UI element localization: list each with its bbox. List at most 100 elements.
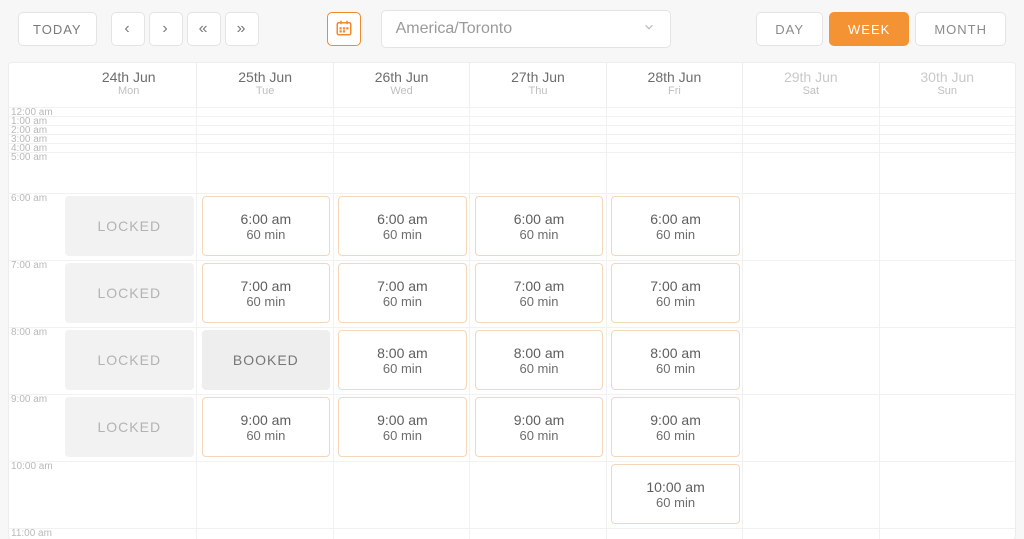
hour-row: 2:00 am xyxy=(9,125,1015,134)
slot-time: 6:00 am xyxy=(650,211,701,227)
booked-slot: BOOKED xyxy=(202,330,331,390)
hour-label: 11:00 am xyxy=(11,528,61,539)
available-slot[interactable]: 8:00 am60 min xyxy=(611,330,740,390)
day-date: 25th Jun xyxy=(197,69,332,85)
day-dow: Tue xyxy=(197,85,332,97)
slot-time: 7:00 am xyxy=(377,278,428,294)
day-date: 27th Jun xyxy=(470,69,605,85)
range-group: DAY WEEK MONTH xyxy=(756,12,1006,46)
available-slot[interactable]: 7:00 am60 min xyxy=(202,263,331,323)
available-slot[interactable]: 9:00 am60 min xyxy=(475,397,604,457)
available-slot[interactable]: 7:00 am60 min xyxy=(338,263,467,323)
calendar: 24th JunMon25th JunTue26th JunWed27th Ju… xyxy=(8,62,1016,539)
slot-duration: 60 min xyxy=(246,294,285,309)
timezone-value: America/Toronto xyxy=(396,20,513,38)
available-slot[interactable]: 6:00 am60 min xyxy=(338,196,467,256)
day-header: 30th JunSun xyxy=(880,63,1015,107)
day-date: 29th Jun xyxy=(743,69,878,85)
slot-label: LOCKED xyxy=(97,285,161,301)
calendar-icon xyxy=(335,19,353,40)
available-slot[interactable]: 6:00 am60 min xyxy=(202,196,331,256)
locked-slot: LOCKED xyxy=(65,263,194,323)
slot-duration: 60 min xyxy=(519,294,558,309)
jump-forward-button[interactable]: » xyxy=(225,12,259,46)
day-header: 24th JunMon xyxy=(61,63,197,107)
slot-time: 9:00 am xyxy=(514,412,565,428)
day-date: 30th Jun xyxy=(880,69,1015,85)
hour-row: 12:00 am xyxy=(9,107,1015,116)
day-header: 29th JunSat xyxy=(743,63,879,107)
available-slot[interactable]: 8:00 am60 min xyxy=(338,330,467,390)
next-button[interactable]: › xyxy=(149,12,183,46)
day-header: 27th JunThu xyxy=(470,63,606,107)
slot-duration: 60 min xyxy=(656,495,695,510)
slot-time: 7:00 am xyxy=(241,278,292,294)
day-dow: Thu xyxy=(470,85,605,97)
day-date: 28th Jun xyxy=(607,69,742,85)
day-header: 26th JunWed xyxy=(334,63,470,107)
timezone-select[interactable]: America/Toronto xyxy=(381,10,671,48)
slot-time: 7:00 am xyxy=(514,278,565,294)
slot-duration: 60 min xyxy=(656,294,695,309)
hour-label: 10:00 am xyxy=(11,461,61,472)
slot-duration: 60 min xyxy=(519,361,558,376)
slot-time: 6:00 am xyxy=(377,211,428,227)
slot-time: 6:00 am xyxy=(241,211,292,227)
hour-label: 9:00 am xyxy=(11,394,61,405)
slot-time: 8:00 am xyxy=(377,345,428,361)
available-slot[interactable]: 10:00 am60 min xyxy=(611,464,740,524)
day-dow: Wed xyxy=(334,85,469,97)
range-month-button[interactable]: MONTH xyxy=(915,12,1006,46)
locked-slot: LOCKED xyxy=(65,196,194,256)
day-dow: Sat xyxy=(743,85,878,97)
chevron-down-icon xyxy=(642,20,656,39)
day-header: 25th JunTue xyxy=(197,63,333,107)
hour-row: 11:00 am xyxy=(9,528,1015,539)
nav-group: ‹ › « » xyxy=(111,12,259,46)
hour-label: 8:00 am xyxy=(11,327,61,338)
slot-time: 7:00 am xyxy=(650,278,701,294)
slot-label: LOCKED xyxy=(97,218,161,234)
available-slot[interactable]: 8:00 am60 min xyxy=(475,330,604,390)
toolbar: TODAY ‹ › « » America/Toronto DAY WEEK M… xyxy=(0,0,1024,62)
available-slot[interactable]: 9:00 am60 min xyxy=(338,397,467,457)
slot-duration: 60 min xyxy=(383,294,422,309)
available-slot[interactable]: 6:00 am60 min xyxy=(611,196,740,256)
slot-label: LOCKED xyxy=(97,352,161,368)
available-slot[interactable]: 7:00 am60 min xyxy=(475,263,604,323)
slot-time: 6:00 am xyxy=(514,211,565,227)
available-slot[interactable]: 9:00 am60 min xyxy=(611,397,740,457)
jump-back-button[interactable]: « xyxy=(187,12,221,46)
range-week-button[interactable]: WEEK xyxy=(829,12,909,46)
slot-duration: 60 min xyxy=(656,361,695,376)
range-day-button[interactable]: DAY xyxy=(756,12,823,46)
day-dow: Fri xyxy=(607,85,742,97)
calendar-button[interactable] xyxy=(327,12,361,46)
available-slot[interactable]: 6:00 am60 min xyxy=(475,196,604,256)
day-dow: Sun xyxy=(880,85,1015,97)
slot-label: BOOKED xyxy=(233,352,299,368)
slot-duration: 60 min xyxy=(656,227,695,242)
slot-duration: 60 min xyxy=(519,428,558,443)
hour-row: 4:00 am xyxy=(9,143,1015,152)
slot-duration: 60 min xyxy=(383,361,422,376)
day-header: 28th JunFri xyxy=(607,63,743,107)
available-slot[interactable]: 9:00 am60 min xyxy=(202,397,331,457)
available-slot[interactable]: 7:00 am60 min xyxy=(611,263,740,323)
locked-slot: LOCKED xyxy=(65,330,194,390)
slot-duration: 60 min xyxy=(656,428,695,443)
slot-duration: 60 min xyxy=(246,428,285,443)
prev-button[interactable]: ‹ xyxy=(111,12,145,46)
day-headers: 24th JunMon25th JunTue26th JunWed27th Ju… xyxy=(61,63,1015,107)
hour-label: 7:00 am xyxy=(11,260,61,271)
today-button[interactable]: TODAY xyxy=(18,12,97,46)
hour-label: 5:00 am xyxy=(11,152,61,163)
slot-duration: 60 min xyxy=(383,227,422,242)
hour-row: 1:00 am xyxy=(9,116,1015,125)
slot-time: 8:00 am xyxy=(514,345,565,361)
day-date: 24th Jun xyxy=(61,69,196,85)
slot-time: 10:00 am xyxy=(646,479,704,495)
slot-time: 9:00 am xyxy=(650,412,701,428)
slot-duration: 60 min xyxy=(383,428,422,443)
day-dow: Mon xyxy=(61,85,196,97)
